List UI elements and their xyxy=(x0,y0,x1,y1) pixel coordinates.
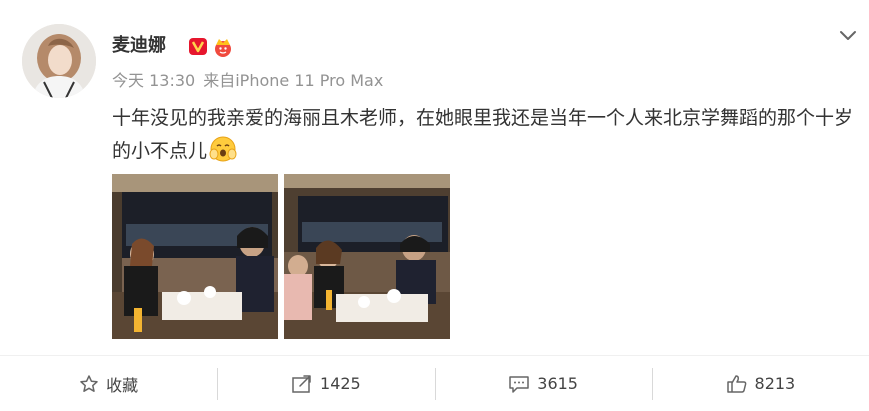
username[interactable]: 麦迪娜 xyxy=(112,34,166,58)
restaurant-photo-image xyxy=(112,174,278,339)
post-time[interactable]: 今天 13:30 xyxy=(112,71,195,90)
avatar-image xyxy=(22,24,96,98)
like-button[interactable]: 8213 xyxy=(651,356,869,411)
repost-count: 1425 xyxy=(320,374,361,393)
favorite-button[interactable]: 收藏 xyxy=(0,356,217,411)
post-meta: 今天 13:30 来自iPhone 11 Pro Max xyxy=(112,70,383,92)
repost-share-icon xyxy=(292,374,311,393)
avatar[interactable] xyxy=(22,24,96,98)
verified-badge-icon[interactable] xyxy=(189,38,207,55)
source-device: iPhone 11 Pro Max xyxy=(235,71,384,90)
post-photo-1[interactable] xyxy=(112,174,278,339)
comment-count: 3615 xyxy=(537,374,578,393)
source-prefix: 来自 xyxy=(203,71,236,90)
vip-crown-icon[interactable] xyxy=(211,36,235,58)
favorite-label: 收藏 xyxy=(106,375,139,395)
thumbs-up-icon xyxy=(726,374,746,393)
star-icon xyxy=(80,374,98,392)
restaurant-photo-image xyxy=(284,174,450,339)
chevron-down-icon[interactable] xyxy=(837,24,859,46)
repost-button[interactable]: 1425 xyxy=(217,356,434,411)
action-bar: 收藏 1425 3615 8213 xyxy=(0,356,869,411)
blush-face-emoji-icon xyxy=(209,136,237,162)
post-photo-2[interactable] xyxy=(284,174,450,339)
post-text: 十年没见的我亲爱的海丽且木老师，在她眼里我还是当年一个人来北京学舞蹈的那个十岁的… xyxy=(112,102,862,168)
comment-bubble-icon xyxy=(509,375,530,393)
comment-button[interactable]: 3615 xyxy=(434,356,652,411)
like-count: 8213 xyxy=(754,374,796,393)
